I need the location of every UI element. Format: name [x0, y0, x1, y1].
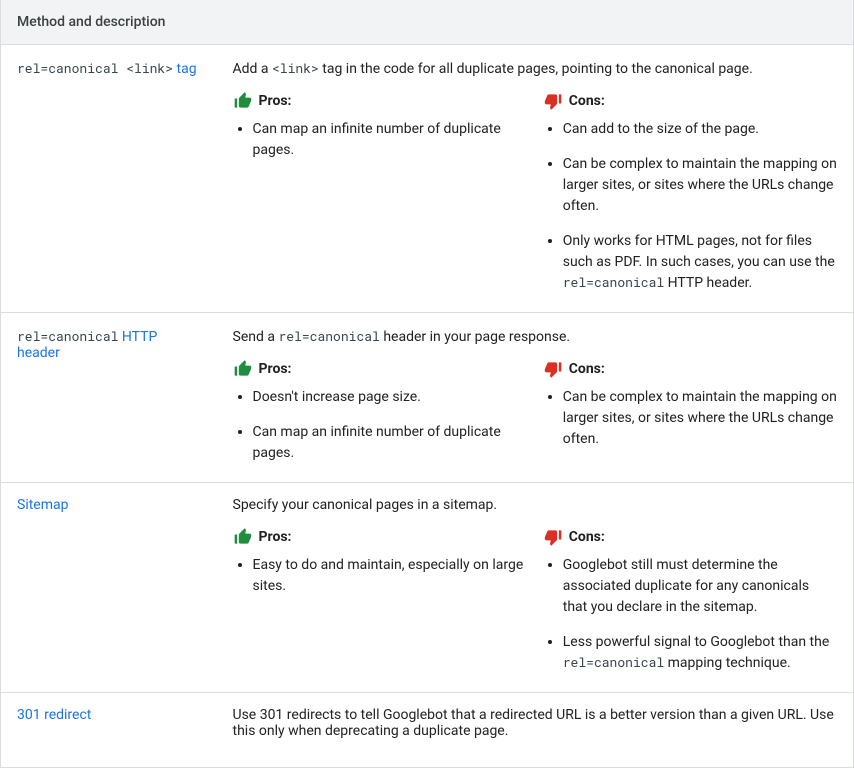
cons-col: Cons: Can be complex to maintain the mapp… [543, 359, 837, 468]
list-item: Can map an infinite number of duplicate … [253, 422, 527, 464]
thumb-up-icon [233, 527, 253, 547]
code-literal: rel=canonical <link> [17, 59, 173, 77]
table-row: rel=canonical HTTP header Send a rel=cano… [1, 313, 854, 483]
pros-label: Pros: [233, 91, 527, 111]
description-cell: Send a rel=canonical header in your page… [217, 313, 854, 483]
pros-cons: Pros: Doesn't increase page size. Can map … [233, 359, 838, 468]
list-item: Can map an infinite number of duplicate … [253, 119, 527, 161]
method-link[interactable]: rel=canonical HTTP header [17, 329, 157, 361]
code-literal: rel=canonical [17, 327, 118, 345]
description-text: Use 301 redirects to tell Googlebot that… [233, 707, 838, 739]
list-item: Only works for HTML pages, not for files… [563, 231, 837, 294]
pros-label: Pros: [233, 359, 527, 379]
thumb-down-icon [543, 527, 563, 547]
description-text: Send a rel=canonical header in your page… [233, 327, 838, 345]
table-row: rel=canonical <link> tag Add a <link> tag… [1, 45, 854, 313]
method-cell: 301 redirect [1, 693, 217, 768]
pros-col: Pros: Easy to do and maintain, especially… [233, 527, 527, 678]
cons-label-text: Cons: [569, 361, 605, 377]
description-cell: Use 301 redirects to tell Googlebot that… [217, 693, 854, 768]
table-row: Sitemap Specify your canonical pages in a… [1, 483, 854, 693]
code-literal: rel=canonical [278, 327, 379, 345]
cons-label: Cons: [543, 91, 837, 111]
pros-cons: Pros: Can map an infinite number of dupli… [233, 91, 838, 298]
pros-col: Pros: Doesn't increase page size. Can map … [233, 359, 527, 468]
thumb-down-icon [543, 91, 563, 111]
code-literal: rel=canonical [563, 273, 664, 291]
cons-list: Can be complex to maintain the mapping o… [543, 387, 837, 450]
table-row: 301 redirect Use 301 redirects to tell Go… [1, 693, 854, 768]
method-link[interactable]: 301 redirect [17, 707, 91, 723]
list-item: Can add to the size of the page. [563, 119, 837, 140]
description-cell: Specify your canonical pages in a sitema… [217, 483, 854, 693]
pros-label-text: Pros: [259, 93, 292, 109]
cons-label-text: Cons: [569, 93, 605, 109]
pros-label: Pros: [233, 527, 527, 547]
thumb-up-icon [233, 359, 253, 379]
pros-list: Doesn't increase page size. Can map an in… [233, 387, 527, 464]
method-cell: Sitemap [1, 483, 217, 693]
cons-col: Cons: Googlebot still must determine the … [543, 527, 837, 678]
list-item: Can be complex to maintain the mapping o… [563, 154, 837, 217]
pros-list: Easy to do and maintain, especially on l… [233, 555, 527, 597]
method-cell: rel=canonical HTTP header [1, 313, 217, 483]
code-literal: rel=canonical [563, 653, 664, 671]
table-header: Method and description [1, 0, 854, 45]
pros-cons: Pros: Easy to do and maintain, especially… [233, 527, 838, 678]
code-literal: <link> [272, 59, 319, 77]
cons-col: Cons:Can add to the size of the page.Can… [543, 91, 837, 298]
canonical-methods-table: Method and description rel=canonical <li… [0, 0, 854, 768]
thumb-down-icon [543, 359, 563, 379]
cons-list: Can add to the size of the page. Can be c… [543, 119, 837, 294]
pros-label-text: Pros: [259, 361, 292, 377]
cons-list: Googlebot still must determine the assoc… [543, 555, 837, 674]
list-item: Googlebot still must determine the assoc… [563, 555, 837, 618]
list-item: Can be complex to maintain the mapping o… [563, 387, 837, 450]
cons-label-text: Cons: [569, 529, 605, 545]
method-link[interactable]: Sitemap [17, 497, 68, 513]
pros-list: Can map an infinite number of duplicate … [233, 119, 527, 161]
list-item: Easy to do and maintain, especially on l… [253, 555, 527, 597]
description-text: Add a <link> tag in the code for all dup… [233, 59, 838, 77]
thumb-up-icon [233, 91, 253, 111]
method-link[interactable]: rel=canonical <link> tag [17, 61, 197, 77]
cons-label: Cons: [543, 359, 837, 379]
list-item: Less powerful signal to Googlebot than t… [563, 632, 837, 674]
cons-label: Cons: [543, 527, 837, 547]
list-item: Doesn't increase page size. [253, 387, 527, 408]
method-cell: rel=canonical <link> tag [1, 45, 217, 313]
pros-label-text: Pros: [259, 529, 292, 545]
description-text: Specify your canonical pages in a sitema… [233, 497, 838, 513]
pros-col: Pros: Can map an infinite number of dupli… [233, 91, 527, 298]
description-cell: Add a <link> tag in the code for all dup… [217, 45, 854, 313]
